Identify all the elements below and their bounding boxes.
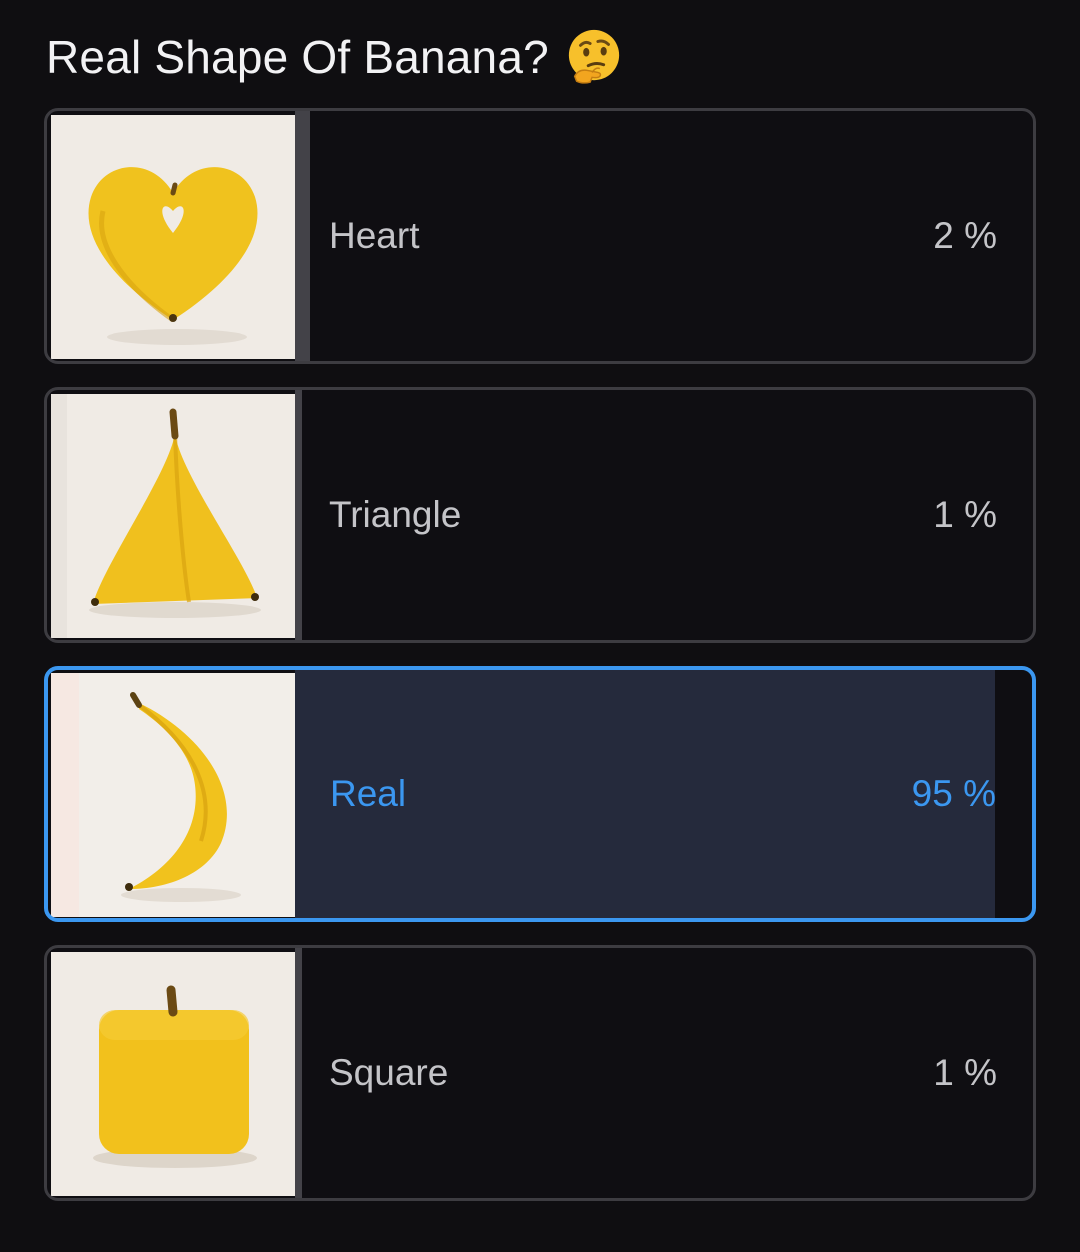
option-label: Heart (329, 215, 420, 256)
vote-bar (295, 390, 303, 640)
square-banana-image (51, 952, 295, 1196)
poll-question-text: Real Shape Of Banana? (46, 31, 549, 83)
option-percent: 95 % (911, 773, 996, 814)
option-percent: 2 % (933, 215, 997, 256)
poll-option-heart[interactable]: Heart 2 % (44, 108, 1036, 364)
poll-option-square[interactable]: Square 1 % (44, 945, 1036, 1201)
option-percent: 1 % (933, 1052, 997, 1093)
real-banana-image (51, 673, 295, 917)
poll-option-triangle[interactable]: Triangle 1 % (44, 387, 1036, 643)
heart-banana-image (51, 115, 295, 359)
option-label: Real (330, 773, 407, 814)
poll-question: Real Shape Of Banana? (46, 28, 623, 86)
vote-bar (295, 948, 303, 1198)
poll-option-real[interactable]: Real 95 % (44, 666, 1036, 922)
option-percent: 1 % (933, 494, 997, 535)
option-label: Square (329, 1052, 449, 1093)
thinking-face-icon (565, 28, 623, 86)
vote-bar (295, 111, 310, 361)
triangle-banana-image (51, 394, 295, 638)
option-label: Triangle (329, 494, 462, 535)
poll-options: Heart 2 % Triangle 1 % Real 95 % Square … (44, 108, 1036, 1224)
